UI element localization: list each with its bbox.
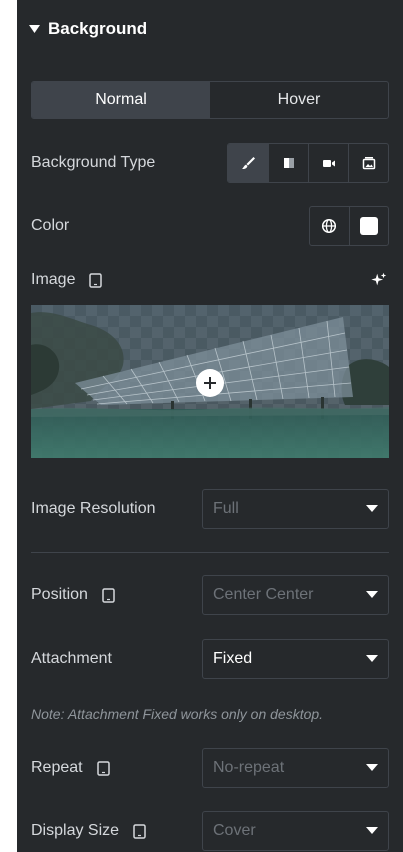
add-image-button[interactable] <box>196 369 224 397</box>
background-type-gradient-button[interactable] <box>268 144 308 182</box>
position-label-group: Position <box>31 586 116 604</box>
background-type-video-button[interactable] <box>308 144 348 182</box>
image-resolution-value: Full <box>213 500 239 517</box>
position-value: Center Center <box>213 586 314 603</box>
state-tabs: Normal Hover <box>31 81 389 119</box>
repeat-select[interactable]: No-repeat <box>202 748 389 788</box>
chevron-down-icon <box>366 759 378 777</box>
repeat-label-group: Repeat <box>31 759 111 777</box>
attachment-label: Attachment <box>31 650 112 667</box>
image-resolution-row: Image Resolution Full <box>31 489 389 529</box>
repeat-label: Repeat <box>31 759 83 776</box>
chevron-down-icon <box>366 500 378 518</box>
tablet-icon[interactable] <box>96 761 111 776</box>
background-panel: Background Normal Hover Background Type … <box>17 0 403 852</box>
image-upload-preview[interactable] <box>31 305 389 458</box>
color-picker-button[interactable] <box>348 207 388 245</box>
color-swatch <box>359 217 378 235</box>
tab-normal[interactable]: Normal <box>32 82 210 118</box>
paint-brush-icon <box>242 157 255 170</box>
tablet-icon[interactable] <box>102 588 116 603</box>
tablet-icon[interactable] <box>89 273 103 288</box>
section-header-background[interactable]: Background <box>29 16 147 42</box>
slideshow-icon <box>362 157 375 170</box>
repeat-row: Repeat No-repeat <box>31 748 389 788</box>
attachment-value: Fixed <box>213 650 253 667</box>
color-control <box>309 206 389 246</box>
caret-down-icon <box>29 24 40 35</box>
image-row: Image <box>31 268 389 292</box>
globe-icon <box>322 218 337 234</box>
image-resolution-label: Image Resolution <box>31 500 156 517</box>
chevron-down-icon <box>366 822 378 840</box>
global-colors-button[interactable] <box>310 207 349 245</box>
image-label-group: Image <box>31 271 103 289</box>
color-row: Color <box>31 206 389 246</box>
attachment-note: Note: Attachment Fixed works only on des… <box>31 706 324 722</box>
gradient-icon <box>283 158 294 168</box>
position-select[interactable]: Center Center <box>202 575 389 615</box>
tablet-icon[interactable] <box>133 824 147 839</box>
image-label: Image <box>31 271 76 288</box>
attachment-select[interactable]: Fixed <box>202 639 389 679</box>
divider <box>31 552 389 553</box>
display-size-label: Display Size <box>31 822 120 839</box>
display-size-row: Display Size Cover <box>31 811 389 851</box>
background-type-slideshow-button[interactable] <box>348 144 388 182</box>
display-size-value: Cover <box>213 822 256 839</box>
chevron-down-icon <box>366 650 378 668</box>
position-row: Position Center Center <box>31 575 389 615</box>
background-type-row: Background Type <box>31 143 389 183</box>
color-label: Color <box>31 217 70 234</box>
repeat-value: No-repeat <box>213 759 285 776</box>
display-size-label-group: Display Size <box>31 822 147 840</box>
ai-sparkle-icon[interactable] <box>369 270 389 290</box>
display-size-select[interactable]: Cover <box>202 811 389 851</box>
video-icon <box>322 160 335 167</box>
position-label: Position <box>31 586 88 603</box>
background-type-label: Background Type <box>31 154 156 171</box>
section-title: Background <box>48 19 148 38</box>
chevron-down-icon <box>366 586 378 604</box>
plus-icon <box>204 377 216 389</box>
background-type-classic-button[interactable] <box>228 144 268 182</box>
attachment-row: Attachment Fixed <box>31 639 389 679</box>
tab-hover[interactable]: Hover <box>210 82 388 118</box>
image-resolution-select[interactable]: Full <box>202 489 389 529</box>
background-type-choices <box>227 143 389 183</box>
